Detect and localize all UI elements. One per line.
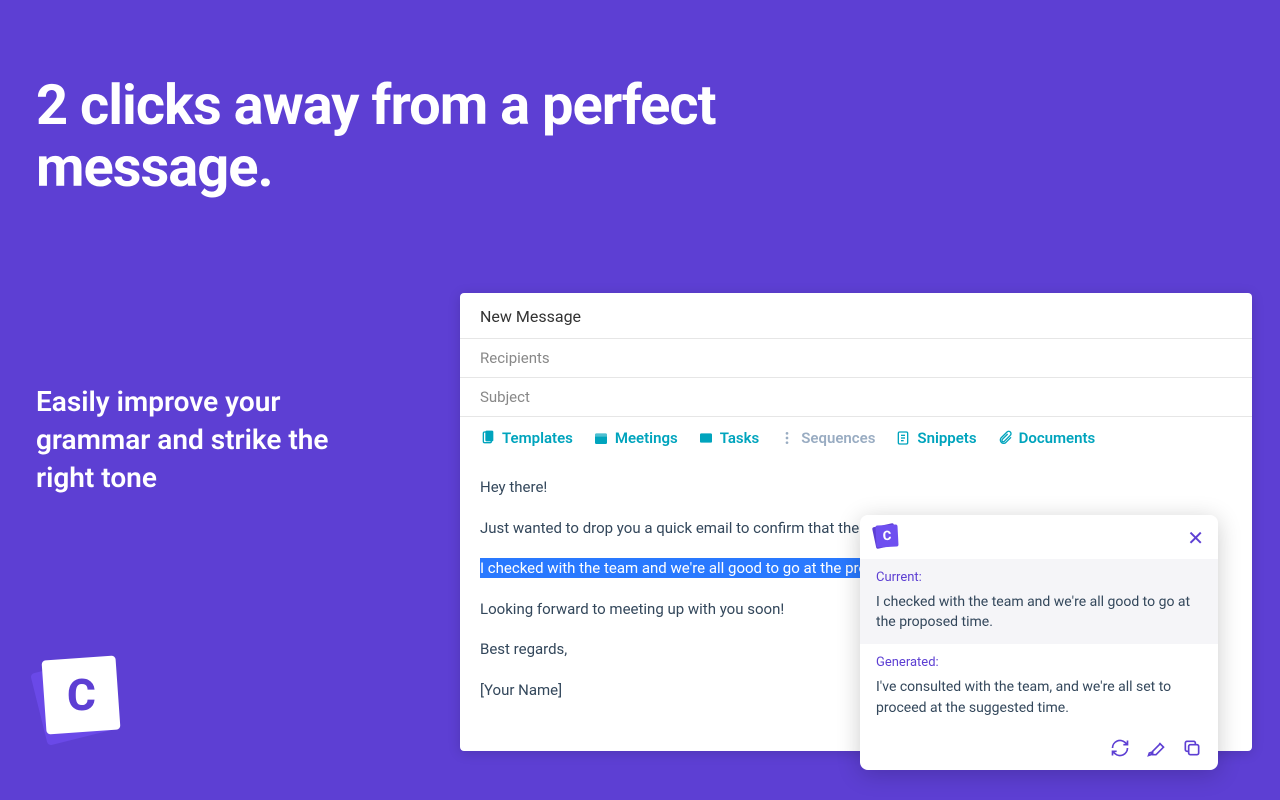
hero-headline: 2 clicks away from a perfect message. bbox=[0, 0, 900, 198]
current-label: Current: bbox=[876, 569, 1202, 588]
popup-actions bbox=[860, 730, 1218, 770]
suggestion-popup: C ✕ Current: I checked with the team and… bbox=[860, 515, 1218, 770]
recipients-field[interactable]: Recipients bbox=[460, 338, 1252, 377]
regenerate-icon[interactable] bbox=[1110, 738, 1130, 758]
meetings-label: Meetings bbox=[615, 429, 678, 447]
tasks-icon bbox=[698, 430, 714, 446]
documents-label: Documents bbox=[1019, 429, 1096, 447]
close-icon[interactable]: ✕ bbox=[1187, 528, 1204, 548]
snippets-icon bbox=[895, 430, 911, 446]
snippets-button[interactable]: Snippets bbox=[895, 429, 976, 447]
current-text: I checked with the team and we're all go… bbox=[876, 592, 1202, 633]
templates-button[interactable]: Templates bbox=[480, 429, 573, 447]
templates-label: Templates bbox=[502, 429, 573, 447]
sequences-label: Sequences bbox=[801, 429, 875, 447]
tasks-label: Tasks bbox=[720, 429, 760, 447]
calendar-icon bbox=[593, 430, 609, 446]
paperclip-icon bbox=[997, 430, 1013, 446]
compose-title: New Message bbox=[460, 293, 1252, 338]
edit-icon[interactable] bbox=[1146, 738, 1166, 758]
body-line: Hey there! bbox=[480, 473, 1232, 502]
brand-logo: C bbox=[36, 654, 122, 740]
compose-toolbar: Templates Meetings Tasks Sequences Snipp… bbox=[460, 416, 1252, 457]
logo-letter: C bbox=[67, 669, 96, 721]
hero-subheadline: Easily improve your grammar and strike t… bbox=[0, 383, 370, 496]
tasks-button[interactable]: Tasks bbox=[698, 429, 760, 447]
copy-icon[interactable] bbox=[1182, 738, 1202, 758]
meetings-button[interactable]: Meetings bbox=[593, 429, 678, 447]
generated-label: Generated: bbox=[876, 654, 1202, 673]
snippets-label: Snippets bbox=[917, 429, 976, 447]
documents-button[interactable]: Documents bbox=[997, 429, 1096, 447]
templates-icon bbox=[480, 430, 496, 446]
generated-text: I've consulted with the team, and we're … bbox=[876, 677, 1202, 718]
generated-section: Generated: I've consulted with the team,… bbox=[860, 644, 1218, 729]
subject-field[interactable]: Subject bbox=[460, 377, 1252, 416]
sequences-icon bbox=[779, 430, 795, 446]
sequences-button[interactable]: Sequences bbox=[779, 429, 875, 447]
current-section: Current: I checked with the team and we'… bbox=[860, 559, 1218, 644]
popup-logo-icon: C bbox=[874, 525, 900, 551]
